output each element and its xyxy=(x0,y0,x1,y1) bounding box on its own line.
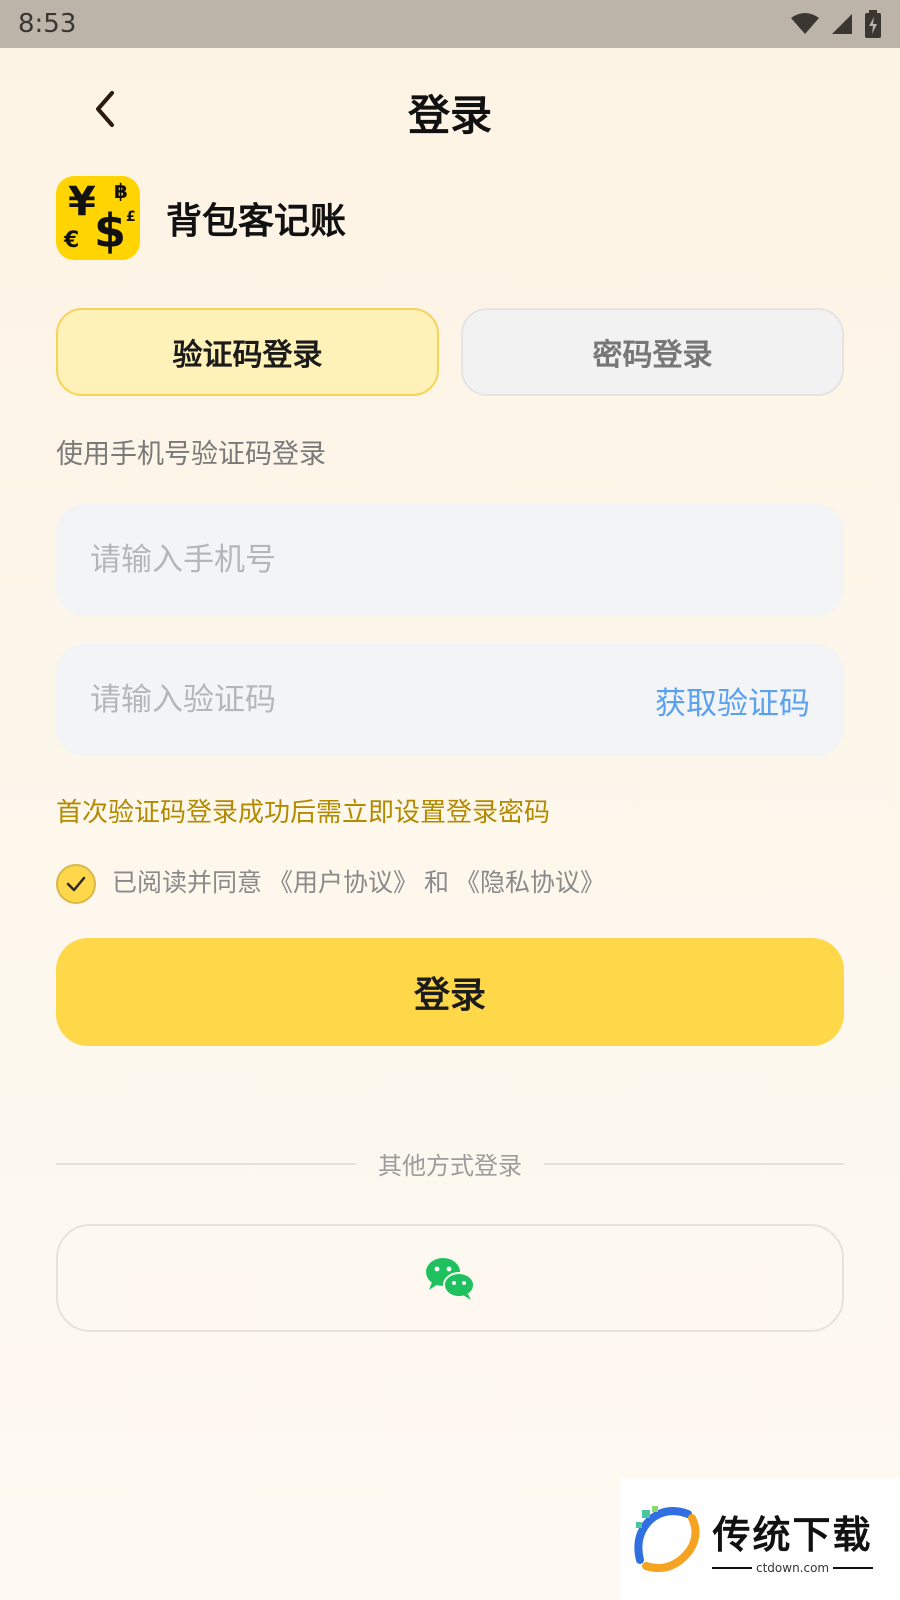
agreement-and: 和 xyxy=(424,868,450,897)
app-name: 背包客记账 xyxy=(166,201,347,242)
logo-pound-glyph: £ xyxy=(126,209,136,225)
battery-icon xyxy=(865,10,881,38)
phone-input[interactable] xyxy=(90,542,810,578)
watermark-subtitle: ctdown.com xyxy=(708,1561,877,1575)
other-login-divider: 其他方式登录 xyxy=(56,1146,844,1181)
nav-bar: 登录 xyxy=(0,70,900,150)
watermark: 传统下载 ctdown.com xyxy=(620,1478,900,1600)
tab-sms-code-login[interactable]: 验证码登录 xyxy=(56,308,439,396)
wifi-icon xyxy=(791,13,819,34)
login-button[interactable]: 登录 xyxy=(56,938,844,1046)
logo-dollar-glyph: $ xyxy=(94,204,127,258)
agreement-row: 已阅读并同意 《用户协议》 和 《隐私协议》 xyxy=(56,858,605,904)
agreement-text: 已阅读并同意 《用户协议》 和 《隐私协议》 xyxy=(112,863,605,899)
logo-yen-glyph: ¥ xyxy=(68,179,96,225)
tab-password-login[interactable]: 密码登录 xyxy=(461,308,844,396)
agreement-checkbox[interactable] xyxy=(56,864,96,904)
code-input[interactable] xyxy=(90,682,655,718)
code-field: 获取验证码 xyxy=(56,644,844,756)
watermark-logo-icon xyxy=(634,1506,700,1572)
status-time: 8:53 xyxy=(18,9,77,39)
privacy-agreement-link[interactable]: 《隐私协议》 xyxy=(455,863,605,899)
divider-line-left xyxy=(56,1162,356,1165)
get-code-button[interactable]: 获取验证码 xyxy=(655,678,810,723)
other-login-label: 其他方式登录 xyxy=(378,1152,522,1180)
phone-field xyxy=(56,504,844,616)
page-title: 登录 xyxy=(407,91,492,140)
watermark-title: 传统下载 xyxy=(712,1512,873,1557)
user-agreement-link[interactable]: 《用户协议》 xyxy=(268,863,418,899)
brand-header: ¥ ฿ £ € $ 背包客记账 xyxy=(56,176,346,260)
form-subtitle: 使用手机号验证码登录 xyxy=(56,439,326,470)
app-logo: ¥ ฿ £ € $ xyxy=(56,176,140,260)
status-icons xyxy=(790,10,882,38)
wechat-login-button[interactable] xyxy=(56,1224,844,1332)
wechat-icon xyxy=(426,1258,475,1300)
logo-baht-glyph: ฿ xyxy=(114,179,128,203)
login-method-tabs: 验证码登录 密码登录 xyxy=(56,308,844,396)
status-bar: 8:53 xyxy=(0,0,900,48)
watermark-text: 传统下载 ctdown.com xyxy=(708,1504,877,1575)
logo-euro-glyph: € xyxy=(64,228,80,253)
first-login-hint: 首次验证码登录成功后需立即设置登录密码 xyxy=(56,798,551,828)
agreement-prefix: 已阅读并同意 xyxy=(112,868,263,897)
signal-icon xyxy=(832,14,852,34)
divider-line-right xyxy=(544,1162,844,1165)
checkmark-icon xyxy=(66,876,86,892)
